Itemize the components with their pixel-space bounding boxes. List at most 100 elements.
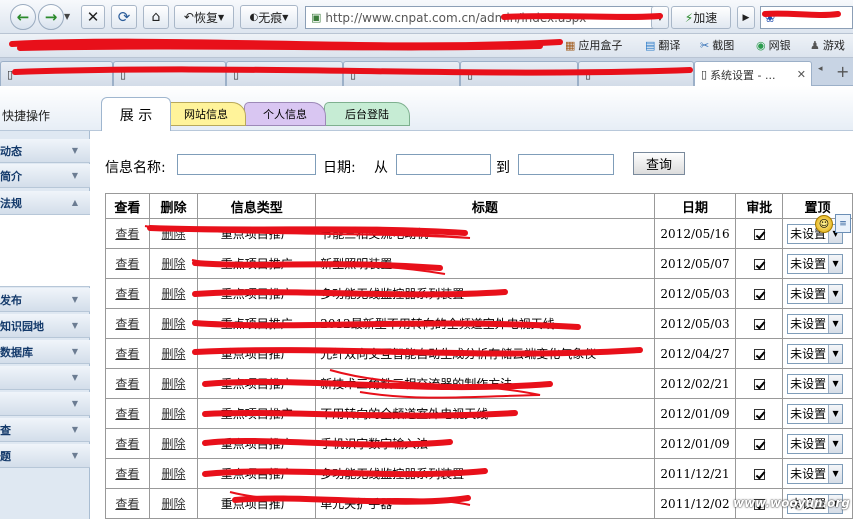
history-dropdown-icon[interactable]: ▼ [64, 12, 70, 21]
bank-icon: ◉ [756, 38, 766, 52]
approve-checkbox[interactable] [753, 228, 765, 240]
delete-link[interactable]: 删除 [162, 227, 186, 241]
view-link[interactable]: 查看 [115, 317, 139, 331]
info-name-input[interactable] [177, 154, 316, 175]
address-dropdown-button[interactable]: ▼ [651, 6, 669, 29]
delete-link[interactable]: 删除 [162, 347, 186, 361]
forward-button[interactable]: → [38, 4, 64, 30]
approve-checkbox[interactable] [753, 318, 765, 330]
accelerate-button[interactable]: ⚡ 加速 [671, 6, 731, 29]
smiley-icon[interactable]: ☺ [815, 215, 833, 233]
delete-link[interactable]: 删除 [162, 287, 186, 301]
browser-tab[interactable]: ▯ [578, 61, 694, 86]
pin-select[interactable]: 未设置 ▼ [787, 373, 844, 394]
approve-checkbox[interactable] [753, 468, 765, 480]
delete-link[interactable]: 删除 [162, 407, 186, 421]
new-tab-icon[interactable]: + [836, 62, 852, 81]
cell-view: 查看 [105, 458, 150, 489]
sidebar-item-publish[interactable]: 发布 ▼ [0, 288, 90, 312]
page-icon: ▯ [350, 67, 357, 81]
delete-link[interactable]: 删除 [162, 437, 186, 451]
panel-tab-show[interactable]: 展 示 [101, 97, 171, 131]
sidebar: 动态 ▼ 简介 ▼ 法规 ▲ 发布 ▼ 知识园地 ▼ 数据库 ▼ ▼ ▼ 查 ▼ 题 ▼ [0, 131, 90, 519]
sidebar-item-database[interactable]: 数据库 ▼ [0, 340, 90, 364]
incognito-button[interactable]: ◐ 无痕 ▼ [240, 5, 298, 29]
back-button[interactable]: ← [10, 4, 36, 30]
home-button[interactable]: ⌂ [143, 5, 169, 29]
panel-tab-login[interactable]: 后台登陆 [324, 102, 410, 126]
delete-link[interactable]: 删除 [162, 497, 186, 511]
sidebar-item-8[interactable]: ▼ [0, 392, 90, 416]
delete-link[interactable]: 删除 [162, 317, 186, 331]
cell-date: 2012/05/07 [653, 248, 737, 279]
bookmark-bank[interactable]: ◉ 网银 [756, 37, 791, 53]
date-to-label: 到 [496, 160, 510, 176]
sidebar-item-7[interactable]: ▼ [0, 366, 90, 390]
approve-checkbox[interactable] [753, 348, 765, 360]
cell-type: 重点项目推广 [197, 428, 317, 459]
view-link[interactable]: 查看 [115, 497, 139, 511]
col-header-type: 信息类型 [197, 193, 317, 219]
view-link[interactable]: 查看 [115, 287, 139, 301]
browser-tab[interactable]: ▯ [113, 61, 226, 86]
approve-checkbox[interactable] [753, 438, 765, 450]
pin-select[interactable]: 未设置 ▼ [787, 463, 844, 484]
view-link[interactable]: 查看 [115, 347, 139, 361]
pin-select[interactable]: 未设置 ▼ [787, 283, 844, 304]
browser-tab-active[interactable]: ▯ 系统设置 - ... ✕ [694, 61, 812, 87]
restore-button[interactable]: ↶ 恢复 ▼ [174, 5, 234, 29]
pin-select[interactable]: 未设置 ▼ [787, 433, 844, 454]
bookmark-screenshot[interactable]: ✂ 截图 [700, 37, 734, 53]
sidebar-item-laws[interactable]: 法规 ▲ [0, 191, 90, 215]
browser-tab[interactable]: ▯ [343, 61, 460, 86]
search-box[interactable]: ❀ [760, 6, 853, 29]
bookmark-translate[interactable]: ▤ 翻译 [645, 37, 680, 53]
cell-title: 不用转向的全频道室外电视天线 [315, 398, 655, 429]
approve-checkbox[interactable] [753, 258, 765, 270]
approve-checkbox[interactable] [753, 378, 765, 390]
approve-checkbox[interactable] [753, 288, 765, 300]
address-bar[interactable]: ▣ http://www.cnpat.com.cn/admin/index.as… [305, 6, 665, 29]
bookmark-games[interactable]: ♟ 游戏 [810, 37, 845, 53]
cell-type: 重点项目推广 [197, 248, 317, 279]
bookmark-app-box[interactable]: ▦ 应用盒子 [565, 37, 622, 53]
browser-tab[interactable]: ▯ [226, 61, 343, 86]
browser-tab[interactable]: ▯ [460, 61, 578, 86]
view-link[interactable]: 查看 [115, 407, 139, 421]
delete-link[interactable]: 删除 [162, 467, 186, 481]
pin-select[interactable]: 未设置 ▼ [787, 343, 844, 364]
tab-close-icon[interactable]: ✕ [797, 68, 806, 81]
panel-tab-site-info[interactable]: 网站信息 [166, 102, 246, 126]
stop-button[interactable]: ✕ [81, 5, 105, 29]
pin-select[interactable]: 未设置 ▼ [787, 253, 844, 274]
panel-tab-personal-info[interactable]: 个人信息 [244, 102, 326, 126]
date-from-input[interactable] [396, 154, 491, 175]
sidebar-item-knowledge[interactable]: 知识园地 ▼ [0, 314, 90, 338]
cell-pin: 未设置 ▼ [782, 278, 853, 309]
tab-scroll-icon[interactable]: ◂ [818, 64, 832, 82]
view-link[interactable]: 查看 [115, 467, 139, 481]
cell-delete: 删除 [148, 218, 199, 249]
sidebar-item-intro[interactable]: 简介 ▼ [0, 164, 90, 188]
refresh-button[interactable]: ⟳ [111, 5, 137, 29]
view-link[interactable]: 查看 [115, 377, 139, 391]
box-icon: ▦ [565, 38, 576, 52]
chevron-down-icon: ▼ [71, 295, 78, 304]
sidebar-item-query[interactable]: 查 ▼ [0, 418, 90, 442]
view-link[interactable]: 查看 [115, 437, 139, 451]
delete-link[interactable]: 删除 [162, 377, 186, 391]
pin-select[interactable]: 未设置 ▼ [787, 313, 844, 334]
date-to-input[interactable] [518, 154, 614, 175]
view-link[interactable]: 查看 [115, 257, 139, 271]
view-link[interactable]: 查看 [115, 227, 139, 241]
sidebar-item-topic[interactable]: 题 ▼ [0, 444, 90, 468]
watermark: www.wooyun.org [733, 496, 850, 510]
go-button[interactable]: ▶ [737, 6, 755, 29]
notepad-icon[interactable]: ≡ [835, 214, 851, 233]
query-button[interactable]: 查询 [633, 152, 685, 175]
sidebar-item-news[interactable]: 动态 ▼ [0, 139, 90, 163]
approve-checkbox[interactable] [753, 408, 765, 420]
pin-select[interactable]: 未设置 ▼ [787, 403, 844, 424]
delete-link[interactable]: 删除 [162, 257, 186, 271]
browser-tab[interactable]: ▯ [0, 61, 113, 86]
